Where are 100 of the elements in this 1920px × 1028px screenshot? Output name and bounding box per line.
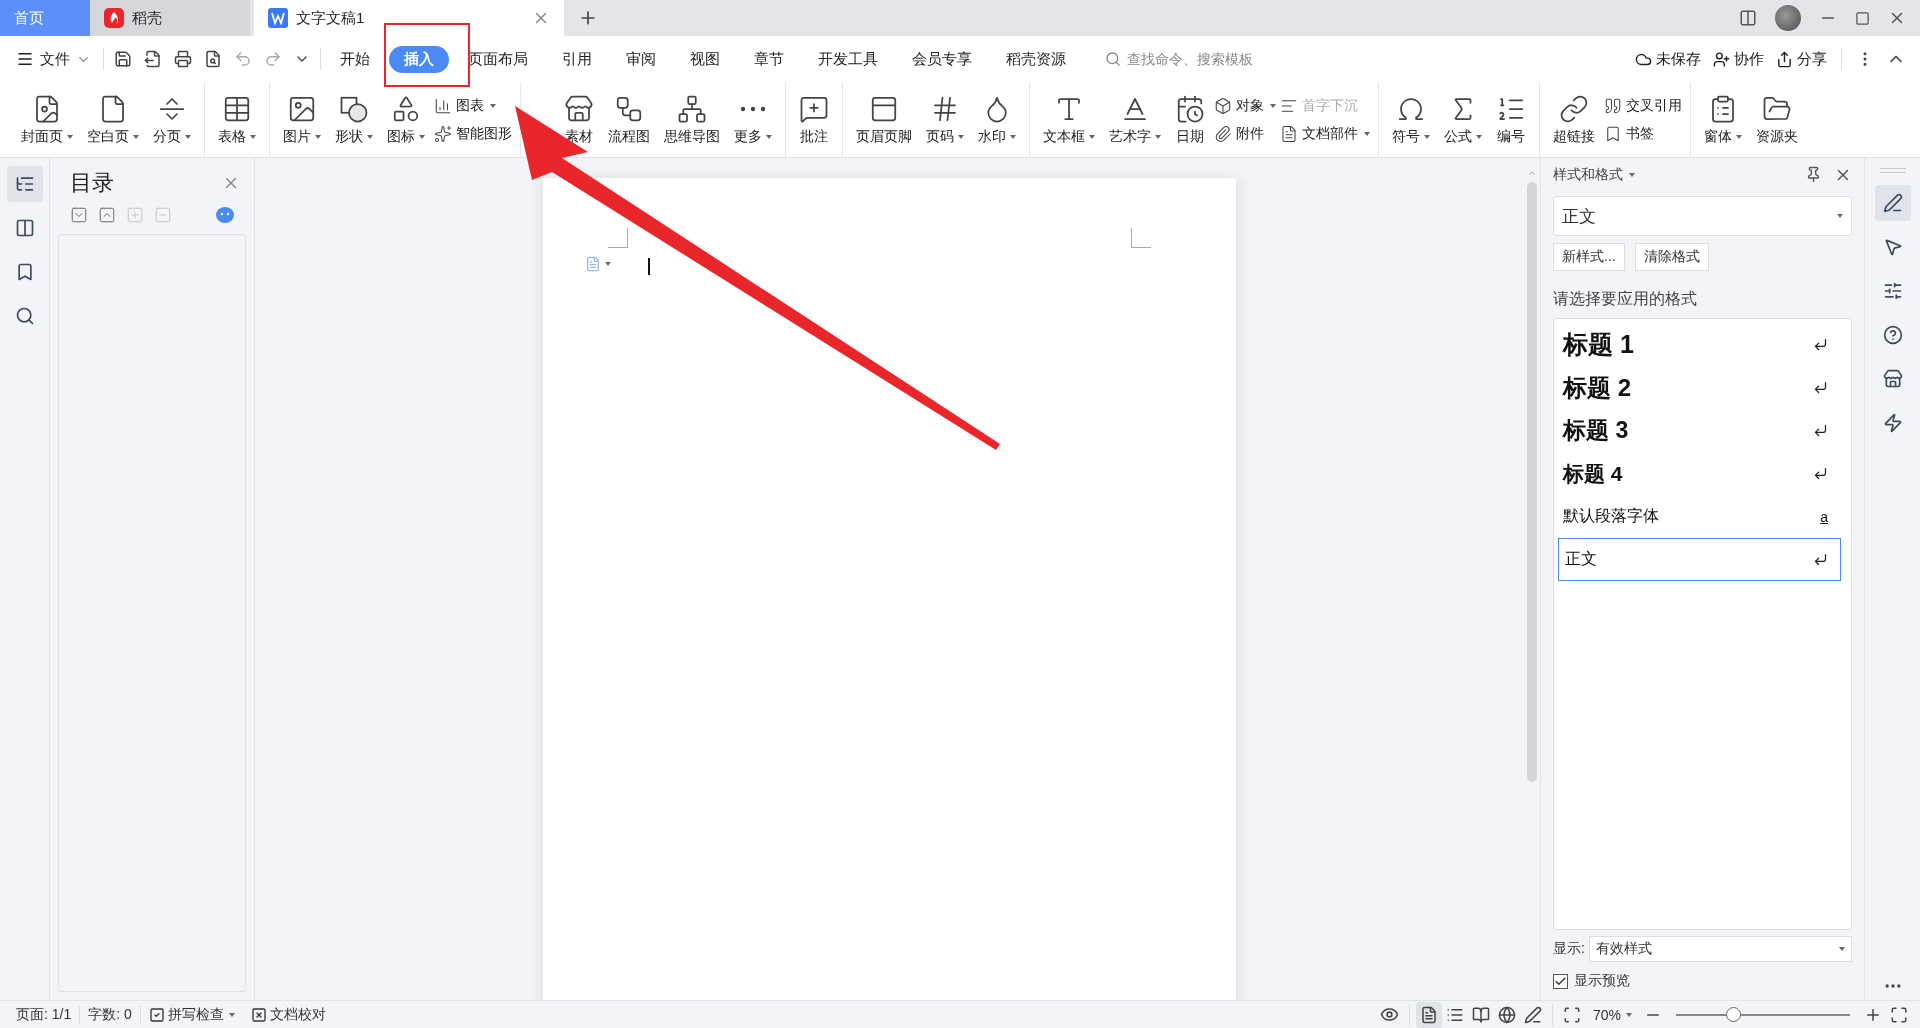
search-field[interactable]: 查找命令、搜索模板: [1105, 50, 1305, 68]
avatar[interactable]: [1775, 5, 1801, 31]
ribbon-button[interactable]: 文档部件: [1280, 122, 1370, 145]
check-square-icon: [148, 1006, 165, 1023]
cube-icon: [1214, 96, 1232, 115]
spell-check-button[interactable]: 拼写检查: [140, 1005, 243, 1024]
layout-icon[interactable]: [1739, 9, 1757, 27]
ribbon-button[interactable]: 图表: [434, 94, 512, 117]
paperclip-icon: [1214, 124, 1232, 143]
caret-icon: [1626, 1012, 1632, 1017]
ribbon-button[interactable]: 资源夹: [1749, 82, 1805, 157]
cross-reference-icon: [1604, 96, 1622, 115]
ribbon-button[interactable]: 图片: [276, 82, 328, 157]
ribbon-button[interactable]: 超链接: [1546, 82, 1602, 157]
menu-tab[interactable]: 开始: [325, 45, 385, 73]
user-plus-icon: [1713, 50, 1730, 68]
paragraph-mark-icon: [1813, 552, 1828, 567]
ribbon-button[interactable]: 封面页: [14, 82, 80, 157]
filter-dropdown[interactable]: 有效样式: [1588, 936, 1852, 962]
crop-mark: [1131, 228, 1151, 248]
menu-icon: [16, 50, 34, 68]
ribbon-button[interactable]: 编号: [1489, 82, 1533, 157]
maximize-icon[interactable]: [1855, 10, 1870, 26]
menu-tab[interactable]: 会员专享: [897, 45, 987, 73]
bookmark-icon: [1604, 124, 1622, 143]
ribbon-button[interactable]: 交叉引用: [1604, 94, 1682, 117]
ribbon-button[interactable]: 水印: [971, 82, 1023, 157]
proofread-button[interactable]: 文档校对: [242, 1005, 334, 1024]
outline-icon[interactable]: [6, 166, 43, 202]
ribbon-button[interactable]: 形状: [328, 82, 380, 157]
ribbon-button[interactable]: 页眉页脚: [849, 82, 919, 157]
sparkles-icon: [434, 124, 452, 143]
menu-tab[interactable]: 稻壳资源: [991, 45, 1081, 73]
crop-mark: [608, 228, 628, 248]
panel-button[interactable]: 新样式...: [1553, 243, 1625, 271]
pin-icon[interactable]: [1805, 166, 1822, 183]
drag-handle[interactable]: [1879, 168, 1906, 173]
ribbon-button[interactable]: 附件: [1214, 122, 1276, 145]
ribbon-button[interactable]: 文本框: [1036, 82, 1102, 157]
menu-tab[interactable]: 开发工具: [803, 45, 893, 73]
search-icon: [1105, 51, 1121, 67]
document-tab[interactable]: 稻壳: [90, 0, 250, 36]
bar-chart-icon: [434, 96, 452, 115]
link-icon: [1559, 93, 1589, 124]
caret-icon: [1629, 173, 1635, 177]
flame-logo-icon: [104, 8, 124, 28]
toolbar-button[interactable]: 未保存: [1631, 45, 1705, 73]
caret-icon: [1837, 214, 1843, 218]
panel-title: 目录: [70, 169, 114, 197]
menu-tab[interactable]: 页面布局: [453, 45, 543, 73]
toolbar-button[interactable]: 分享: [1772, 45, 1831, 73]
ribbon-button[interactable]: 表格: [211, 82, 263, 157]
panel-button[interactable]: 清除格式: [1634, 243, 1709, 271]
ribbon-button[interactable]: 更多: [727, 82, 779, 157]
assistant-icon[interactable]: [216, 207, 234, 223]
menu-tab[interactable]: 章节: [739, 45, 799, 73]
caret-icon[interactable]: [605, 262, 611, 266]
slider-thumb[interactable]: [1726, 1007, 1742, 1022]
ribbon-button[interactable]: 符号: [1385, 82, 1437, 157]
ribbon-button[interactable]: 流程图: [601, 82, 657, 157]
ribbon-button[interactable]: 批注: [792, 82, 836, 157]
share-icon: [1776, 50, 1793, 68]
style-item[interactable]: 正文: [1558, 538, 1841, 581]
document-icon: [1280, 124, 1298, 143]
more-icon: [740, 105, 766, 112]
zoom-dropdown[interactable]: 70%: [1584, 1006, 1640, 1023]
paragraph-mark-icon: [1813, 380, 1828, 395]
ribbon-button[interactable]: 日期: [1168, 82, 1212, 157]
calendar-icon: [1175, 93, 1205, 124]
document-logo-icon: [268, 8, 288, 28]
ribbon-button[interactable]: 分页: [146, 82, 198, 157]
ribbon-button[interactable]: 智能图形: [434, 122, 512, 145]
toolbar-button[interactable]: 协作: [1709, 45, 1768, 73]
ribbon-button[interactable]: 页码: [919, 82, 971, 157]
panel-title[interactable]: 样式和格式: [1553, 166, 1635, 184]
ribbon-button[interactable]: 艺术字: [1102, 82, 1168, 157]
ribbon-button[interactable]: 思维导图: [657, 82, 727, 157]
document-tab[interactable]: 文字文稿1: [254, 0, 564, 36]
ribbon-button[interactable]: 窗体: [1697, 82, 1749, 157]
paragraph-mark-icon: [1813, 423, 1828, 438]
ribbon-button[interactable]: 对象: [1214, 94, 1276, 117]
menu-tab[interactable]: 审阅: [611, 45, 671, 73]
page-view-icon[interactable]: [1415, 1001, 1442, 1028]
pen-icon[interactable]: [1874, 185, 1911, 221]
menu-tab[interactable]: 引用: [547, 45, 607, 73]
ribbon-button[interactable]: 空白页: [80, 82, 146, 157]
section-label: 请选择要应用的格式: [1553, 289, 1698, 309]
expand-icon[interactable]: [70, 206, 88, 224]
style-dropdown[interactable]: 正文: [1553, 196, 1852, 236]
ribbon-button[interactable]: 图标: [380, 82, 432, 157]
menu-tab[interactable]: 视图: [675, 45, 735, 73]
text-cursor: [648, 258, 650, 275]
word-count: 字数: 0: [80, 1005, 141, 1024]
ribbon-button[interactable]: 公式: [1437, 82, 1489, 157]
field-label: 显示:: [1553, 940, 1585, 958]
ribbon-button[interactable]: 书签: [1604, 122, 1682, 145]
character-style-mark: a: [1820, 508, 1828, 525]
caret-icon: [1839, 947, 1845, 951]
preview-checkbox[interactable]: 显示预览: [1553, 962, 1852, 990]
file-menu[interactable]: 文件: [10, 45, 97, 73]
